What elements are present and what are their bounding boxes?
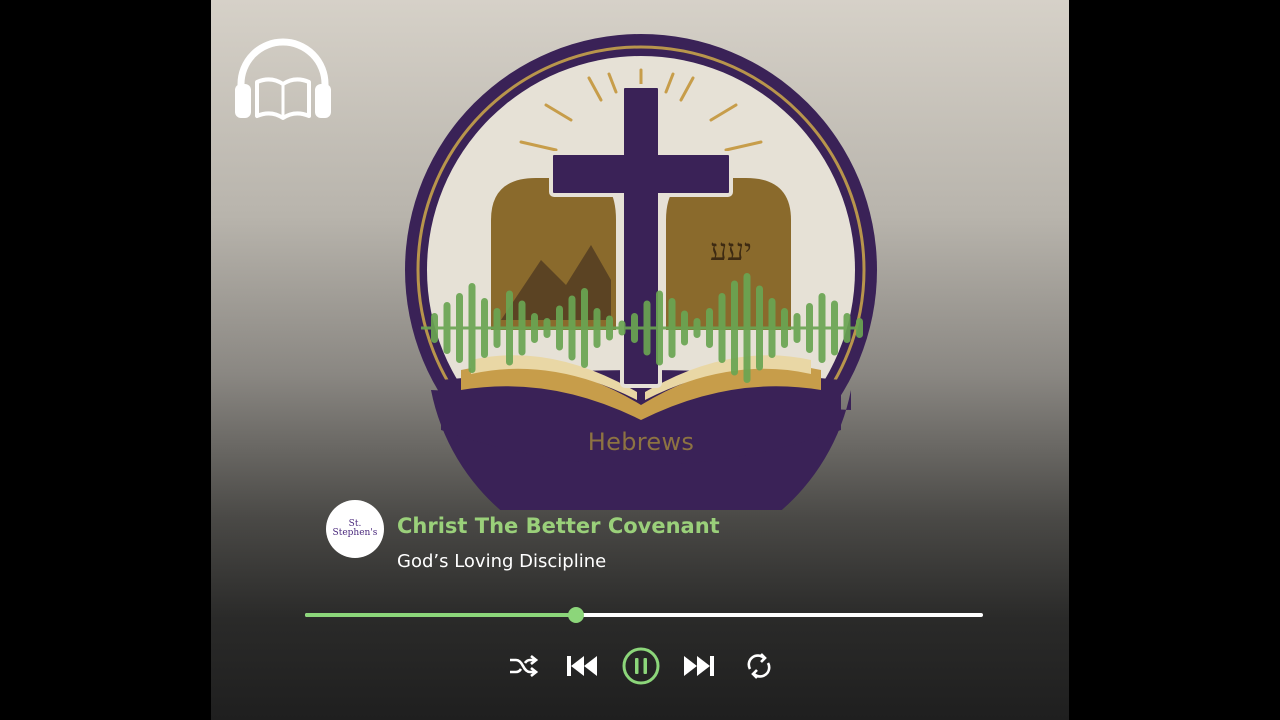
waveform-bar bbox=[668, 298, 676, 358]
waveform-bar bbox=[768, 298, 776, 358]
waveform-bar bbox=[818, 293, 826, 363]
next-button[interactable] bbox=[673, 640, 725, 692]
waveform-bar bbox=[493, 308, 501, 348]
audiobook-headphones-icon bbox=[235, 38, 331, 120]
emblem-title: Hebrews bbox=[587, 428, 695, 456]
waveform-bar bbox=[643, 300, 651, 356]
progress-fill bbox=[305, 613, 577, 617]
waveform-bar bbox=[568, 295, 576, 361]
player-card: יעע Hebrews St. Stephen's Christ The Bet… bbox=[211, 0, 1069, 720]
track-title: Christ The Better Covenant bbox=[397, 514, 720, 538]
waveform-bar bbox=[593, 308, 601, 348]
waveform-bar bbox=[531, 313, 538, 343]
waveform-bar bbox=[443, 302, 451, 354]
waveform-bar bbox=[793, 313, 801, 343]
waveform-bar bbox=[506, 290, 513, 366]
waveform-bar bbox=[456, 293, 463, 363]
waveform-bar bbox=[718, 293, 726, 363]
pause-icon bbox=[622, 647, 660, 685]
waveform-bar bbox=[681, 310, 688, 346]
svg-text:יעע: יעע bbox=[710, 233, 752, 268]
waveform-bar bbox=[856, 318, 863, 338]
waveform-bar bbox=[606, 315, 613, 341]
waveform-bar bbox=[756, 285, 763, 371]
previous-icon bbox=[567, 656, 597, 676]
waveform-bar bbox=[581, 288, 588, 368]
next-icon bbox=[684, 656, 714, 676]
waveform-bar bbox=[843, 313, 851, 343]
waveform-bar bbox=[543, 318, 551, 338]
waveform-bar bbox=[743, 273, 751, 383]
waveform-bar bbox=[481, 298, 488, 358]
waveform-bar bbox=[781, 308, 788, 348]
hebrews-emblem: יעע Hebrews bbox=[401, 30, 881, 563]
progress-bar[interactable] bbox=[305, 607, 983, 623]
channel-avatar[interactable]: St. Stephen's bbox=[326, 500, 384, 558]
waveform-bar bbox=[731, 280, 738, 376]
pause-button[interactable] bbox=[615, 640, 667, 692]
waveform-bar bbox=[656, 290, 663, 366]
waveform-bar bbox=[468, 283, 476, 373]
repeat-icon bbox=[747, 653, 771, 679]
channel-avatar-text: St. Stephen's bbox=[332, 519, 378, 538]
playback-controls bbox=[211, 640, 1069, 692]
waveform-bar bbox=[518, 300, 526, 356]
track-subtitle: God’s Loving Discipline bbox=[397, 551, 607, 572]
progress-thumb[interactable] bbox=[568, 607, 585, 623]
waveform-bar bbox=[431, 313, 438, 343]
waveform-bar bbox=[631, 313, 638, 343]
waveform-bar bbox=[618, 320, 626, 336]
waveform-bar bbox=[831, 300, 838, 356]
shuffle-button[interactable] bbox=[497, 640, 549, 692]
shuffle-icon bbox=[510, 654, 538, 678]
waveform-bar bbox=[806, 303, 813, 353]
repeat-button[interactable] bbox=[733, 640, 785, 692]
waveform-bar bbox=[693, 318, 701, 338]
waveform-bar bbox=[706, 308, 713, 348]
waveform-bar bbox=[556, 305, 563, 351]
previous-button[interactable] bbox=[556, 640, 608, 692]
